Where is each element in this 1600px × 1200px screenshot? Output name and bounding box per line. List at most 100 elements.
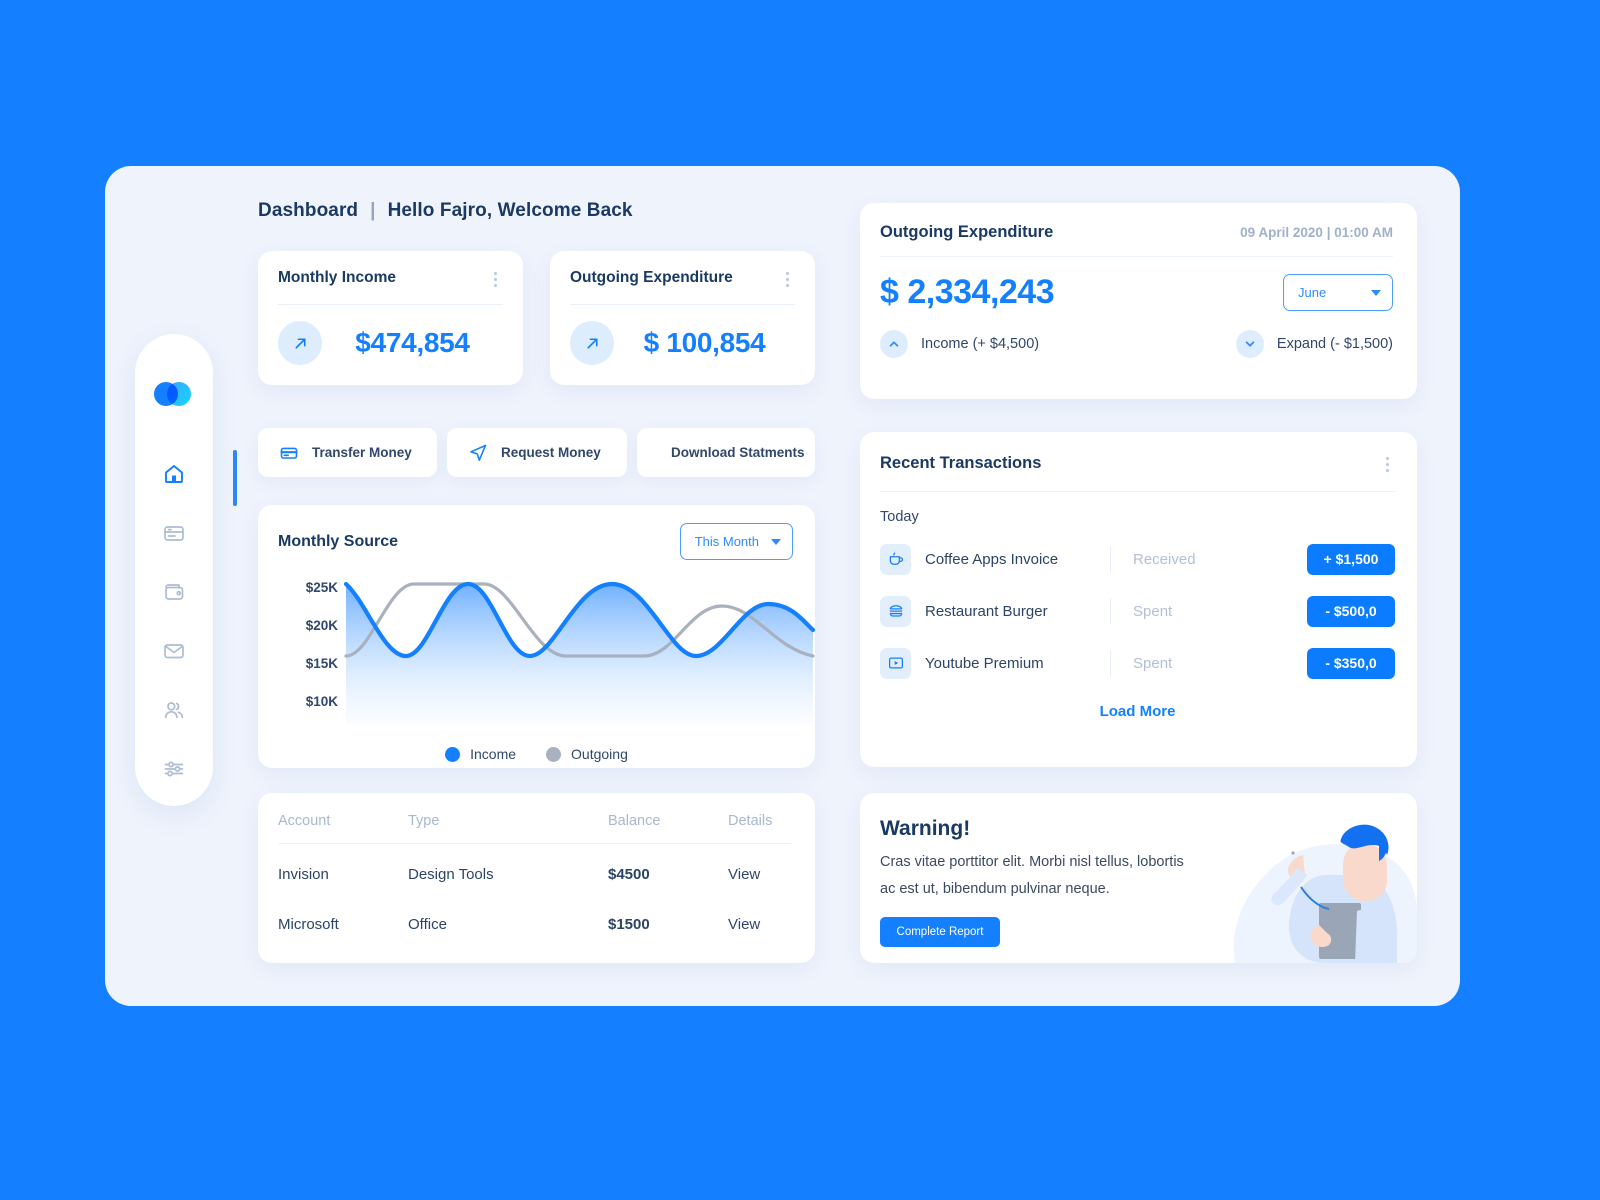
transaction-state: Received xyxy=(1133,550,1196,568)
video-play-icon xyxy=(880,647,911,679)
transaction-amount-badge[interactable]: + $1,500 xyxy=(1307,543,1395,575)
income-summary-label: Income (+ $4,500) xyxy=(921,336,1040,352)
kebab-menu-icon[interactable] xyxy=(1380,454,1395,475)
transaction-state: Spent xyxy=(1133,654,1173,672)
divider xyxy=(1110,546,1111,572)
wallet-icon xyxy=(165,583,184,600)
expand-summary-label: Expand (- $1,500) xyxy=(1276,336,1393,352)
transaction-name: Coffee Apps Invoice xyxy=(925,550,1059,568)
income-summary[interactable]: Income (+ $4,500) xyxy=(880,330,1039,358)
column-header-details: Details xyxy=(728,813,773,829)
divider xyxy=(278,304,503,305)
sidebar-item-settings[interactable] xyxy=(135,739,213,798)
chart-svg xyxy=(344,581,815,724)
chart-legend: Income Outgoing xyxy=(258,746,815,762)
column-header-balance: Balance xyxy=(608,813,661,829)
y-tick-label: $25K xyxy=(305,580,338,595)
transaction-name: Restaurant Burger xyxy=(925,602,1048,620)
legend-dot-outgoing xyxy=(546,746,562,762)
transaction-amount-badge[interactable]: - $350,0 xyxy=(1307,647,1395,679)
legend-dot-income xyxy=(445,746,461,762)
cell-details-view-link[interactable]: View xyxy=(728,916,818,933)
divider xyxy=(278,843,791,844)
greeting-text: Hello Fajro, Welcome Back xyxy=(387,200,633,221)
load-more-button[interactable]: Load More xyxy=(880,703,1395,720)
cell-balance: $4500 xyxy=(608,865,650,883)
transactions-group-label: Today xyxy=(880,509,919,525)
request-money-button[interactable]: Request Money xyxy=(447,428,627,477)
warning-card: Warning! Cras vitae porttitor elit. Morb… xyxy=(860,793,1417,963)
home-icon xyxy=(165,464,183,483)
page-title: Dashboard xyxy=(258,200,359,221)
logo-circle-right xyxy=(167,382,191,406)
column-header-account: Account xyxy=(278,813,331,829)
card-title: Recent Transactions xyxy=(880,454,1042,472)
transaction-amount-badge[interactable]: - $500,0 xyxy=(1307,595,1395,627)
card-timestamp: 09 April 2020 | 01:00 AM xyxy=(1240,225,1393,240)
sidebar-item-cards[interactable] xyxy=(135,503,213,562)
table-row: Microsoft Office $1500 View xyxy=(278,904,791,944)
download-statements-button[interactable]: Download Statments xyxy=(637,428,815,477)
stat-title: Monthly Income xyxy=(278,269,396,286)
divider xyxy=(880,256,1393,257)
legend-item-income: Income xyxy=(445,746,516,762)
legend-label: Income xyxy=(470,746,517,762)
complete-report-button[interactable]: Complete Report xyxy=(880,917,1000,947)
month-selector[interactable]: June xyxy=(1283,274,1393,311)
cell-account: Microsoft xyxy=(278,915,339,933)
page-title-bar: Dashboard | Hello Fajro, Welcome Back xyxy=(258,200,633,222)
sidebar xyxy=(135,334,237,806)
table-header-row: Account Type Balance Details xyxy=(278,813,791,829)
quick-action-label: Request Money xyxy=(501,445,601,460)
sidebar-item-messages[interactable] xyxy=(135,621,213,680)
send-paper-plane-icon xyxy=(470,444,487,461)
sliders-icon xyxy=(164,761,184,776)
app-logo[interactable] xyxy=(154,382,194,406)
quick-action-label: Transfer Money xyxy=(312,445,412,460)
card-transfer-icon xyxy=(280,447,298,459)
outgoing-expenditure-card: Outgoing Expenditure 09 April 2020 | 01:… xyxy=(860,203,1417,399)
transfer-money-button[interactable]: Transfer Money xyxy=(258,428,437,477)
envelope-icon xyxy=(164,643,184,658)
legend-label: Outgoing xyxy=(571,746,628,762)
stat-value: $474,854 xyxy=(355,327,470,358)
arrow-up-right-icon xyxy=(586,337,598,349)
divider xyxy=(1110,650,1111,676)
cell-type: Office xyxy=(408,915,447,933)
sidebar-item-wallet[interactable] xyxy=(135,562,213,621)
kebab-menu-icon[interactable] xyxy=(488,269,503,290)
burger-icon xyxy=(880,595,911,627)
column-header-type: Type xyxy=(408,813,440,829)
chevron-up-icon xyxy=(880,330,908,358)
title-separator: | xyxy=(370,200,376,221)
kebab-menu-icon[interactable] xyxy=(780,269,795,290)
chart-plot-area: $25K $20K $15K $10K xyxy=(258,564,815,744)
chevron-down-icon xyxy=(771,538,781,545)
divider xyxy=(880,491,1395,492)
chevron-down-icon xyxy=(1235,330,1264,358)
chart-range-value: This Month xyxy=(694,534,759,549)
legend-item-outgoing: Outgoing xyxy=(546,746,628,762)
chevron-down-icon xyxy=(1371,289,1381,296)
table-body: Invision Design Tools $4500 View Microso… xyxy=(278,854,791,944)
sidebar-item-contacts[interactable] xyxy=(135,680,213,739)
expenditure-amount: $ 2,334,243 xyxy=(880,273,1055,311)
quick-action-label: Download Statments xyxy=(671,445,805,460)
cell-details-view-link[interactable]: View xyxy=(728,866,818,883)
cell-type: Design Tools xyxy=(408,865,494,883)
sidebar-item-home[interactable] xyxy=(135,444,237,506)
chart-range-selector[interactable]: This Month xyxy=(679,523,793,560)
cell-account: Invision xyxy=(278,865,329,883)
transaction-row: Youtube Premium Spent - $350,0 xyxy=(880,645,1395,681)
y-tick-label: $10K xyxy=(305,694,338,709)
card-title: Outgoing Expenditure xyxy=(880,223,1054,241)
stat-icon-badge xyxy=(278,321,322,365)
arrow-up-right-icon xyxy=(294,337,306,349)
divider xyxy=(570,304,795,305)
accounts-table-card: Account Type Balance Details Invision De… xyxy=(258,793,815,963)
expand-summary[interactable]: Expand (- $1,500) xyxy=(1235,330,1393,358)
chart-y-axis: $25K $20K $15K $10K xyxy=(278,578,338,730)
stat-title: Outgoing Expenditure xyxy=(570,269,733,286)
divider xyxy=(1110,598,1111,624)
transaction-state: Spent xyxy=(1133,602,1173,620)
